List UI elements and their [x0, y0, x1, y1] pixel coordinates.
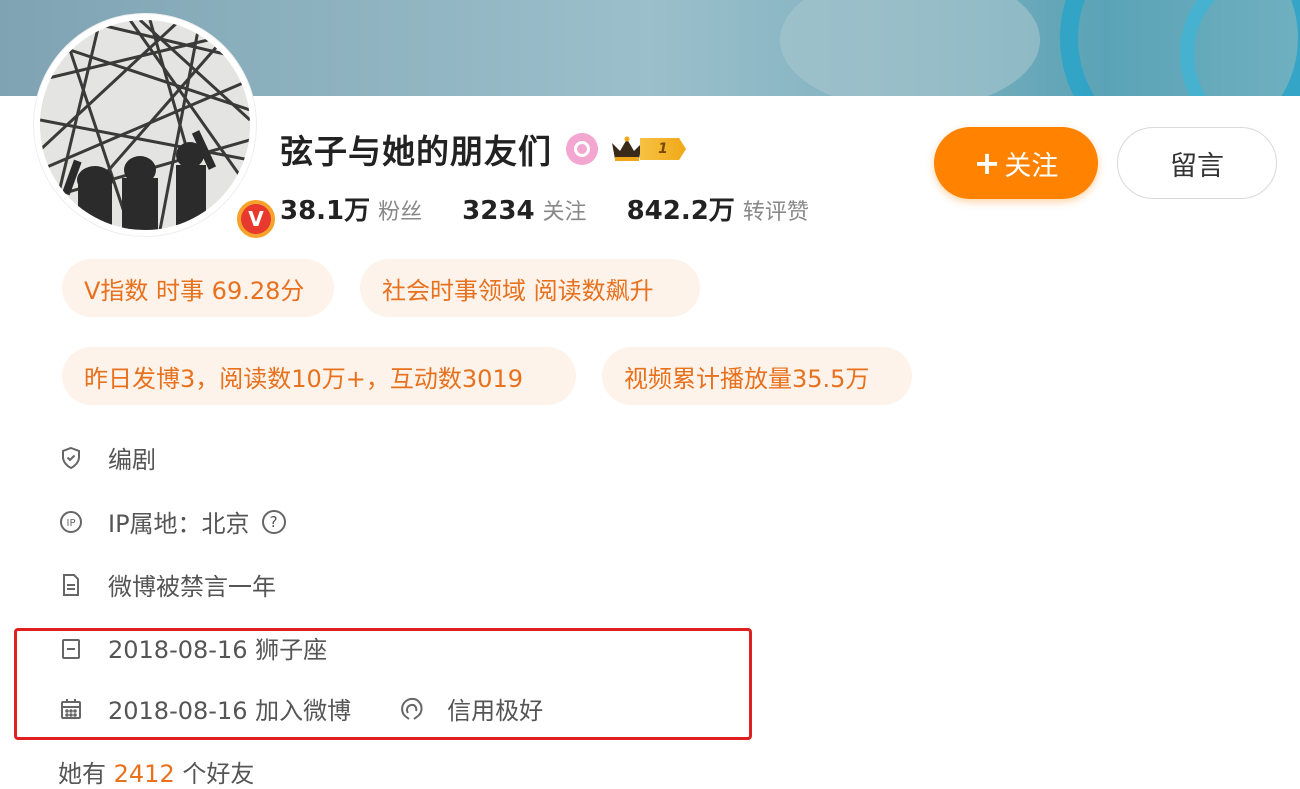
cover-decoration — [780, 0, 1040, 96]
stat-value: 842.2万 — [626, 196, 735, 226]
stat-label: 粉丝 — [378, 200, 423, 225]
verified-icon: V — [234, 197, 278, 241]
tag-yesterday-stats[interactable]: 昨日发博3，阅读数10万+，互动数3019 — [62, 347, 576, 405]
stat-following[interactable]: 3234 关注 — [462, 194, 586, 226]
shield-icon — [58, 445, 84, 471]
avatar-image — [40, 20, 250, 230]
stat-label: 关注 — [542, 200, 587, 225]
tag-v-index[interactable]: V指数 时事 69.28分 — [62, 259, 334, 317]
help-icon[interactable]: ? — [261, 509, 286, 534]
crown-icon — [612, 136, 642, 161]
status-text: 微博被禁言一年 — [108, 573, 276, 601]
gender-female-icon — [566, 133, 598, 165]
member-level: 1 — [640, 138, 686, 160]
ip-location-text: IP属地：北京 — [108, 510, 250, 538]
occupation-text: 编剧 — [108, 446, 156, 474]
stat-interactions[interactable]: 842.2万 转评赞 — [627, 190, 809, 227]
stat-value: 38.1万 — [280, 196, 371, 226]
message-label: 留言 — [1170, 150, 1224, 182]
member-level-badge[interactable]: 1 — [610, 135, 686, 163]
stat-fans[interactable]: 38.1万 粉丝 — [280, 190, 422, 227]
info-status: 微博被禁言一年 — [58, 567, 276, 602]
avatar[interactable]: V — [34, 14, 278, 241]
tag-domain[interactable]: 社会时事领域 阅读数飙升 — [360, 259, 700, 317]
info-occupation: 编剧 — [58, 440, 156, 475]
profile-stats: 38.1万 粉丝 3234 关注 842.2万 转评赞 — [280, 190, 849, 227]
svg-text:IP: IP — [67, 518, 76, 529]
profile-name: 弦子与她的朋友们 — [280, 132, 552, 171]
document-icon — [58, 572, 84, 598]
profile-header: 弦子与她的朋友们 1 — [280, 124, 686, 174]
cover-decoration — [1180, 0, 1300, 96]
stat-label: 转评赞 — [742, 200, 809, 225]
info-ip-location: IP IP属地：北京 ? — [58, 504, 286, 539]
tag-video-plays[interactable]: 视频累计播放量35.5万 — [602, 347, 912, 405]
stat-value: 3234 — [462, 196, 535, 226]
ip-icon: IP — [58, 509, 84, 535]
message-button[interactable]: 留言 — [1117, 127, 1277, 199]
follow-label: 关注 — [1004, 150, 1059, 182]
highlight-box — [14, 628, 752, 740]
follow-button[interactable]: + 关注 — [934, 127, 1098, 199]
verified-mark: V — [241, 204, 271, 234]
plus-icon: + — [973, 144, 1001, 182]
